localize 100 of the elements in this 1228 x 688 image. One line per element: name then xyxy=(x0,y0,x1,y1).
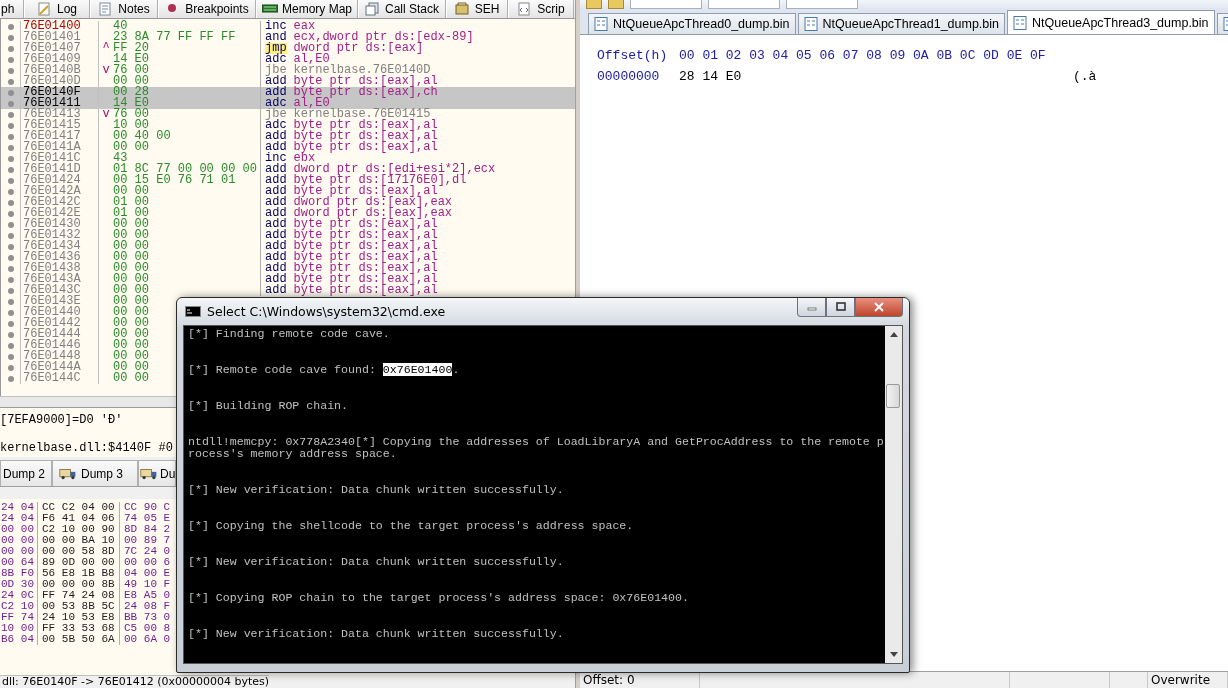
gutter-dot[interactable] xyxy=(7,199,14,206)
disassembly-row[interactable]: 76E01442 00 00 xyxy=(1,318,173,329)
gutter-dot[interactable] xyxy=(7,34,14,41)
disassembly-row[interactable]: 76E01448 00 00 xyxy=(1,351,173,362)
gutter-dot[interactable] xyxy=(7,100,14,107)
debugger-tab[interactable]: Breakpoints xyxy=(158,0,256,18)
disassembly-row[interactable]: 76E01407 ^ FF 20 jmp dword ptr ds:[eax] xyxy=(1,43,575,54)
gutter-dot[interactable] xyxy=(7,309,14,316)
toolbar-field[interactable] xyxy=(786,0,858,9)
debugger-tab[interactable]: ph xyxy=(0,0,24,18)
disassembly-row[interactable]: 76E0143E 00 00 xyxy=(1,296,173,307)
gutter-dot[interactable] xyxy=(7,320,14,327)
file-tab[interactable]: NtQueueApcThread1_dump.bin xyxy=(797,13,1006,34)
gutter-dot[interactable] xyxy=(7,188,14,195)
gutter-dot[interactable] xyxy=(7,144,14,151)
toolbar-field[interactable] xyxy=(630,0,702,9)
disassembly-row[interactable]: 76E0142A 00 00 add byte ptr ds:[eax],al xyxy=(1,186,575,197)
disassembly-row[interactable]: 76E01434 00 00 add byte ptr ds:[eax],al xyxy=(1,241,575,252)
disassembly-row[interactable]: 76E01430 00 00 add byte ptr ds:[eax],al xyxy=(1,219,575,230)
disassembly-row[interactable]: 76E0144A 00 00 xyxy=(1,362,173,373)
disassembly-row[interactable]: 76E01400 40 inc eax xyxy=(1,21,575,32)
gutter-dot[interactable] xyxy=(7,364,14,371)
disassembly-row[interactable]: 76E01432 00 00 add byte ptr ds:[eax],al xyxy=(1,230,575,241)
gutter-dot[interactable] xyxy=(7,298,14,305)
gutter-dot[interactable] xyxy=(7,265,14,272)
gutter-dot[interactable] xyxy=(7,111,14,118)
operands: ebx xyxy=(293,153,316,164)
gutter-dot[interactable] xyxy=(7,45,14,52)
debugger-tab[interactable]: Memory Map xyxy=(256,0,358,18)
gutter-dot[interactable] xyxy=(7,232,14,239)
gutter-dot[interactable] xyxy=(7,243,14,250)
disassembly-row[interactable]: 76E0144C 00 00 xyxy=(1,373,173,384)
disassembly-row[interactable]: 76E0141C 43 inc ebx xyxy=(1,153,575,164)
disassembly-row[interactable]: 76E0141D 01 8C 77 00 00 00 00 add dword ptr ds:[edi+esi*2],ecx xyxy=(1,164,575,175)
debugger-tab[interactable]: SEH xyxy=(446,0,508,18)
gutter-dot[interactable] xyxy=(7,375,14,382)
disassembly-row[interactable]: 76E01436 00 00 add byte ptr ds:[eax],al xyxy=(1,252,575,263)
disassembly-row[interactable]: 76E01413 v 76 00 jbe kernelbase.76E01415 xyxy=(1,109,575,120)
disassembly-row[interactable]: 76E0140F 00 28 add byte ptr ds:[eax],ch xyxy=(1,87,575,98)
mnemonic: add xyxy=(265,87,287,98)
gutter-dot[interactable] xyxy=(7,89,14,96)
toolbar-field[interactable] xyxy=(708,0,780,9)
disassembly-row[interactable]: 76E01415 10 00 adc byte ptr ds:[eax],al xyxy=(1,120,575,131)
gutter-dot[interactable] xyxy=(7,177,14,184)
disassembly-row[interactable]: 76E01417 00 40 00 add byte ptr ds:[eax],al xyxy=(1,131,575,142)
disassembly-row[interactable]: 76E0143A 00 00 add byte ptr ds:[eax],al xyxy=(1,274,575,285)
operands: byte ptr ds:[eax],al xyxy=(293,285,438,296)
gutter-dot[interactable] xyxy=(7,254,14,261)
dump-tab[interactable]: Du xyxy=(138,460,176,486)
gutter-dot[interactable] xyxy=(7,210,14,217)
disassembly-row[interactable]: 76E01409 14 E0 adc al,E0 xyxy=(1,54,575,65)
gutter-dot[interactable] xyxy=(7,23,14,30)
disassembly-row[interactable]: 76E01401 23 8A 77 FF FF FF and ecx,dword ptr ds:[edx-89] xyxy=(1,32,575,43)
dump-tab[interactable]: Dump 3 xyxy=(52,460,138,486)
address: 76E01413 xyxy=(21,109,99,120)
gutter-dot[interactable] xyxy=(7,67,14,74)
disassembly-row[interactable]: 76E0143C 00 00 add byte ptr ds:[eax],al xyxy=(1,285,575,296)
disassembly-row[interactable]: 76E0142C 01 00 add dword ptr ds:[eax],eax xyxy=(1,197,575,208)
disassembly-row[interactable]: 76E01440 00 00 xyxy=(1,307,173,318)
debugger-tab[interactable]: Log xyxy=(24,0,90,18)
gutter-dot[interactable] xyxy=(7,56,14,63)
gutter-dot[interactable] xyxy=(7,155,14,162)
gutter-dot[interactable] xyxy=(7,133,14,140)
disassembly-row[interactable]: 76E01411 14 E0 adc al,E0 xyxy=(1,98,575,109)
scroll-up-icon[interactable] xyxy=(889,332,898,337)
scroll-down-icon[interactable] xyxy=(889,652,898,657)
maximize-button[interactable] xyxy=(826,298,855,317)
gutter-dot[interactable] xyxy=(7,166,14,173)
disassembly-row[interactable]: 76E0141A 00 00 add byte ptr ds:[eax],al xyxy=(1,142,575,153)
dump-tab[interactable]: Dump 2 xyxy=(0,460,52,486)
disassembly-row[interactable]: 76E01438 00 00 add byte ptr ds:[eax],al xyxy=(1,263,575,274)
gutter-dot[interactable] xyxy=(7,276,14,283)
dump-bytes: C5 00 8 xyxy=(123,623,172,634)
disassembly-row[interactable]: 76E01446 00 00 xyxy=(1,340,173,351)
operands: kernelbase.76E0140D xyxy=(293,65,431,76)
maximize-icon xyxy=(834,302,847,312)
disassembly-row[interactable]: 76E0142E 01 00 add dword ptr ds:[eax],eax xyxy=(1,208,575,219)
scrollbar-thumb[interactable] xyxy=(886,384,900,408)
file-tab[interactable]: NtQueueApcThread3_dump.bin xyxy=(1007,10,1215,34)
mnemonic: adc xyxy=(265,54,287,65)
disassembly-row[interactable]: 76E01424 00 15 E0 76 71 01 add byte ptr ds:[17176E0],dl xyxy=(1,175,575,186)
gutter-dot[interactable] xyxy=(7,331,14,338)
debugger-tab[interactable]: Notes xyxy=(90,0,158,18)
gutter-dot[interactable] xyxy=(7,287,14,294)
gutter-dot[interactable] xyxy=(7,221,14,228)
gutter-dot[interactable] xyxy=(7,342,14,349)
disassembly-row[interactable]: 76E0140B v 76 00 jbe kernelbase.76E0140D xyxy=(1,65,575,76)
toolbar-button[interactable] xyxy=(586,0,602,9)
vertical-scrollbar[interactable] xyxy=(885,326,902,663)
debugger-tab[interactable]: Call Stack xyxy=(358,0,446,18)
minimize-button[interactable] xyxy=(797,298,826,317)
gutter-dot[interactable] xyxy=(7,78,14,85)
horizontal-scrollbar[interactable] xyxy=(0,396,176,407)
disassembly-row[interactable]: 76E01444 00 00 xyxy=(1,329,173,340)
file-tab[interactable]: NtQueueApcThread0_dump.bin xyxy=(588,13,796,34)
debugger-tab[interactable]: Scrip xyxy=(508,0,574,18)
toolbar-button[interactable] xyxy=(608,0,624,9)
close-button[interactable] xyxy=(855,298,903,317)
gutter-dot[interactable] xyxy=(7,353,14,360)
gutter-dot[interactable] xyxy=(7,122,14,129)
